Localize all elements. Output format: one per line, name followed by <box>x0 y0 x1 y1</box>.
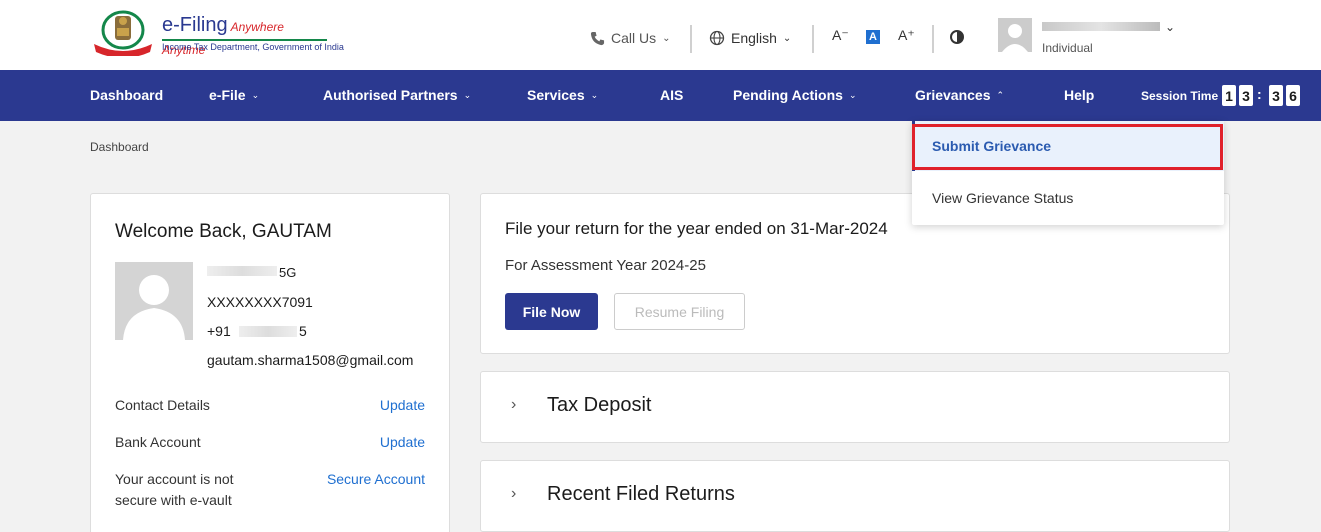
breadcrumb[interactable]: Dashboard <box>90 140 149 154</box>
name-redacted <box>207 266 277 276</box>
submit-grievance-item[interactable]: Submit Grievance <box>912 121 1224 171</box>
phone-icon <box>590 31 605 45</box>
header-divider <box>690 25 692 53</box>
profile-photo <box>115 262 193 340</box>
globe-icon <box>709 30 725 46</box>
phone-suffix: 5 <box>299 323 307 339</box>
recent-filed-returns-title: Recent Filed Returns <box>547 483 735 505</box>
user-role: Individual <box>1042 41 1093 55</box>
font-increase-button[interactable]: A⁺ <box>898 27 915 44</box>
pan-number: XXXXXXXX7091 <box>207 294 313 310</box>
phone-prefix: +91 <box>207 323 231 339</box>
logo-title: e-Filing Anywhere Anytime <box>162 14 284 57</box>
contact-details-label: Contact Details <box>115 397 210 413</box>
bank-account-label: Bank Account <box>115 434 201 450</box>
chevron-right-icon: › <box>511 485 517 502</box>
logo-divider <box>162 39 327 41</box>
chevron-up-icon: ⌃ <box>996 89 1005 100</box>
chevron-down-icon: ⌄ <box>463 89 472 100</box>
nav-dashboard[interactable]: Dashboard <box>90 87 163 103</box>
phone-redacted <box>239 326 297 337</box>
evault-status-line2: secure with e-vault <box>115 492 232 508</box>
language-dropdown[interactable]: English ⌄ <box>709 28 791 48</box>
logo-subtitle: Income Tax Department, Government of Ind… <box>162 42 344 52</box>
chevron-down-icon: ⌄ <box>782 32 792 44</box>
evault-status-line1: Your account is not <box>115 471 234 487</box>
welcome-heading: Welcome Back, GAUTAM <box>115 221 332 242</box>
return-title: File your return for the year ended on 3… <box>505 219 888 238</box>
file-now-button[interactable]: File Now <box>505 293 598 330</box>
update-bank-link[interactable]: Update <box>380 434 425 450</box>
session-digit: 6 <box>1286 85 1300 106</box>
nav-authorised-partners[interactable]: Authorised Partners ⌄ <box>323 87 471 103</box>
nav-help[interactable]: Help <box>1064 87 1094 103</box>
chevron-down-icon[interactable]: ⌄ <box>1165 20 1175 34</box>
call-us-label: Call Us <box>611 30 657 46</box>
chevron-down-icon: ⌄ <box>590 89 599 100</box>
top-header: e-Filing Anywhere Anytime Income Tax Depa… <box>0 0 1321 70</box>
contrast-icon[interactable] <box>950 30 964 44</box>
profile-card: Welcome Back, GAUTAM 5G XXXXXXXX7091 +91… <box>90 193 450 532</box>
main-nav: Dashboard e-File ⌄ Authorised Partners ⌄ S… <box>0 70 1321 121</box>
secure-account-link[interactable]: Secure Account <box>327 471 425 487</box>
session-digit: 3 <box>1269 85 1283 106</box>
tax-deposit-title: Tax Deposit <box>547 394 652 416</box>
emblem-icon <box>94 10 152 56</box>
language-label: English <box>731 30 777 46</box>
nav-pending-actions[interactable]: Pending Actions ⌄ <box>733 87 856 103</box>
nav-services[interactable]: Services ⌄ <box>527 87 598 103</box>
tax-deposit-section[interactable]: › Tax Deposit <box>480 371 1230 443</box>
user-silhouette-icon <box>1002 24 1028 52</box>
email-address: gautam.sharma1508@gmail.com <box>207 352 414 368</box>
session-digit: 3 <box>1239 85 1253 106</box>
session-time-label: Session Time <box>1141 89 1219 103</box>
user-silhouette-icon <box>123 275 185 340</box>
font-normal-button[interactable]: A <box>866 30 880 44</box>
name-suffix: 5G <box>279 265 297 280</box>
chevron-right-icon: › <box>511 396 517 413</box>
view-grievance-status-item[interactable]: View Grievance Status <box>912 173 1224 223</box>
session-colon: : <box>1257 86 1262 102</box>
nav-ais[interactable]: AIS <box>660 87 683 103</box>
header-divider <box>932 25 934 53</box>
user-name-redacted <box>1042 22 1160 31</box>
resume-filing-button[interactable]: Resume Filing <box>614 293 745 330</box>
chevron-down-icon: ⌄ <box>662 32 671 44</box>
font-decrease-button[interactable]: A⁻ <box>832 27 849 44</box>
update-contact-link[interactable]: Update <box>380 397 425 413</box>
header-divider <box>812 25 814 53</box>
assessment-year: For Assessment Year 2024-25 <box>505 257 706 274</box>
chevron-down-icon: ⌄ <box>848 89 857 100</box>
nav-grievances[interactable]: Grievances ⌃ <box>915 87 1004 103</box>
chevron-down-icon: ⌄ <box>251 89 260 100</box>
session-digit: 1 <box>1222 85 1236 106</box>
nav-efile[interactable]: e-File ⌄ <box>209 87 259 103</box>
call-us-dropdown[interactable]: Call Us ⌄ <box>590 28 671 48</box>
grievances-dropdown: Submit Grievance View Grievance Status <box>912 121 1224 225</box>
recent-filed-returns-section[interactable]: › Recent Filed Returns <box>480 460 1230 532</box>
efiling-logo[interactable]: e-Filing Anywhere Anytime Income Tax Depa… <box>90 8 344 57</box>
user-avatar[interactable] <box>998 18 1032 52</box>
